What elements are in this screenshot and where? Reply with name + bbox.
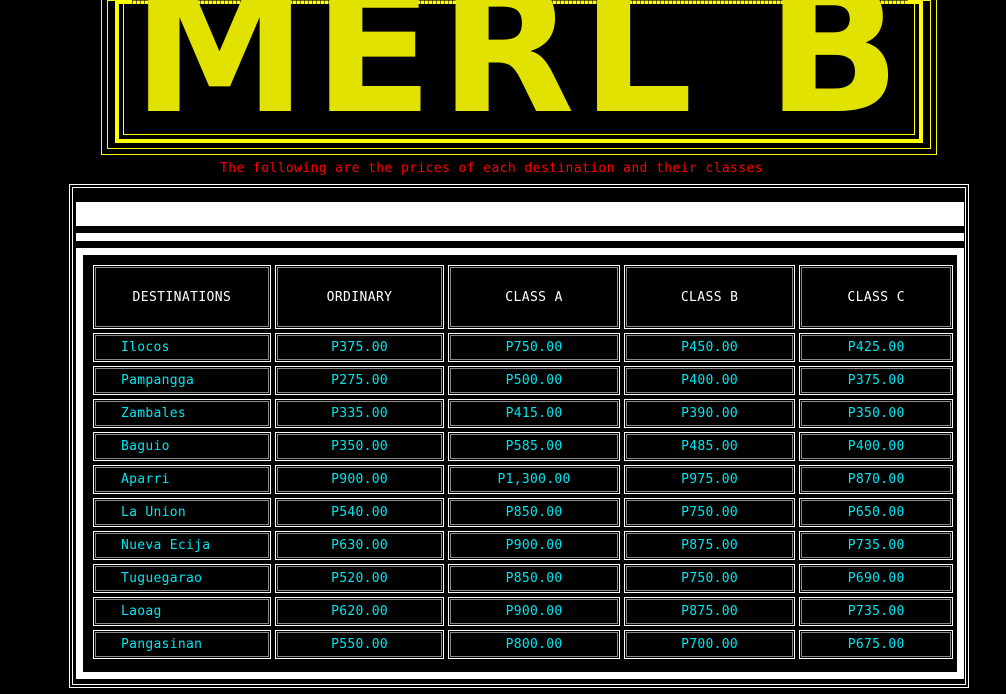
table-row: Baguio P350.00 P585.00 P485.00 P400.00 xyxy=(93,432,953,461)
class-c-price-cell: P650.00 xyxy=(799,498,953,527)
destination-cell: Baguio xyxy=(93,432,271,461)
class-a-price-cell: P500.00 xyxy=(448,366,620,395)
class-c-price-cell: P870.00 xyxy=(799,465,953,494)
ordinary-price-cell: P350.00 xyxy=(274,432,445,461)
divider-band xyxy=(76,233,964,241)
ordinary-price-cell: P375.00 xyxy=(274,333,445,362)
class-c-price-cell: P350.00 xyxy=(799,399,953,428)
table-row: Aparri P900.00 P1,300.00 P975.00 P870.00 xyxy=(93,465,953,494)
class-b-price-cell: P450.00 xyxy=(623,333,796,362)
ordinary-price-cell: P620.00 xyxy=(274,597,445,626)
header-destinations: DESTINATIONS xyxy=(93,265,271,329)
header-band xyxy=(76,202,964,226)
class-b-price-cell: P750.00 xyxy=(623,498,796,527)
banner-title: MERL BUS xyxy=(132,0,908,121)
table-row: Laoag P620.00 P900.00 P875.00 P735.00 xyxy=(93,597,953,626)
header-class-b: CLASS B xyxy=(623,265,796,329)
ordinary-price-cell: P550.00 xyxy=(274,630,445,659)
table-row: Nueva Ecija P630.00 P900.00 P875.00 P735… xyxy=(93,531,953,560)
table-row: Ilocos P375.00 P750.00 P450.00 P425.00 xyxy=(93,333,953,362)
class-c-price-cell: P425.00 xyxy=(799,333,953,362)
ordinary-price-cell: P335.00 xyxy=(274,399,445,428)
class-c-price-cell: P400.00 xyxy=(799,432,953,461)
table-header-row: DESTINATIONS ORDINARY CLASS A CLASS B CL… xyxy=(93,265,953,329)
class-a-price-cell: P850.00 xyxy=(448,498,620,527)
price-table: DESTINATIONS ORDINARY CLASS A CLASS B CL… xyxy=(89,261,957,663)
class-b-price-cell: P875.00 xyxy=(623,531,796,560)
destination-cell: Pampangga xyxy=(93,366,271,395)
ordinary-price-cell: P630.00 xyxy=(274,531,445,560)
price-frame: DESTINATIONS ORDINARY CLASS A CLASS B CL… xyxy=(69,184,969,688)
ordinary-price-cell: P520.00 xyxy=(274,564,445,593)
destination-cell: Tuguegarao xyxy=(93,564,271,593)
destination-cell: Laoag xyxy=(93,597,271,626)
destination-cell: Ilocos xyxy=(93,333,271,362)
class-b-price-cell: P400.00 xyxy=(623,366,796,395)
class-b-price-cell: P875.00 xyxy=(623,597,796,626)
table-row: Tuguegarao P520.00 P850.00 P750.00 P690.… xyxy=(93,564,953,593)
class-a-price-cell: P900.00 xyxy=(448,531,620,560)
price-table-box: DESTINATIONS ORDINARY CLASS A CLASS B CL… xyxy=(76,248,964,679)
class-b-price-cell: P975.00 xyxy=(623,465,796,494)
ordinary-price-cell: P275.00 xyxy=(274,366,445,395)
table-row: Zambales P335.00 P415.00 P390.00 P350.00 xyxy=(93,399,953,428)
class-b-price-cell: P700.00 xyxy=(623,630,796,659)
table-row: La Union P540.00 P850.00 P750.00 P650.00 xyxy=(93,498,953,527)
class-b-price-cell: P390.00 xyxy=(623,399,796,428)
class-c-price-cell: P735.00 xyxy=(799,531,953,560)
class-c-price-cell: P690.00 xyxy=(799,564,953,593)
class-a-price-cell: P850.00 xyxy=(448,564,620,593)
class-c-price-cell: P675.00 xyxy=(799,630,953,659)
destination-cell: La Union xyxy=(93,498,271,527)
page-subtitle: The following are the prices of each des… xyxy=(220,161,763,176)
banner: MERL BUS xyxy=(101,0,937,155)
header-class-c: CLASS C xyxy=(799,265,953,329)
class-a-price-cell: P415.00 xyxy=(448,399,620,428)
destination-cell: Aparri xyxy=(93,465,271,494)
class-a-price-cell: P750.00 xyxy=(448,333,620,362)
destination-cell: Zambales xyxy=(93,399,271,428)
ordinary-price-cell: P900.00 xyxy=(274,465,445,494)
class-a-price-cell: P1,300.00 xyxy=(448,465,620,494)
ordinary-price-cell: P540.00 xyxy=(274,498,445,527)
table-row: Pampangga P275.00 P500.00 P400.00 P375.0… xyxy=(93,366,953,395)
class-a-price-cell: P800.00 xyxy=(448,630,620,659)
class-b-price-cell: P750.00 xyxy=(623,564,796,593)
class-a-price-cell: P900.00 xyxy=(448,597,620,626)
destination-cell: Nueva Ecija xyxy=(93,531,271,560)
header-ordinary: ORDINARY xyxy=(274,265,445,329)
header-class-a: CLASS A xyxy=(448,265,620,329)
table-row: Pangasinan P550.00 P800.00 P700.00 P675.… xyxy=(93,630,953,659)
class-c-price-cell: P375.00 xyxy=(799,366,953,395)
destination-cell: Pangasinan xyxy=(93,630,271,659)
class-b-price-cell: P485.00 xyxy=(623,432,796,461)
class-a-price-cell: P585.00 xyxy=(448,432,620,461)
class-c-price-cell: P735.00 xyxy=(799,597,953,626)
